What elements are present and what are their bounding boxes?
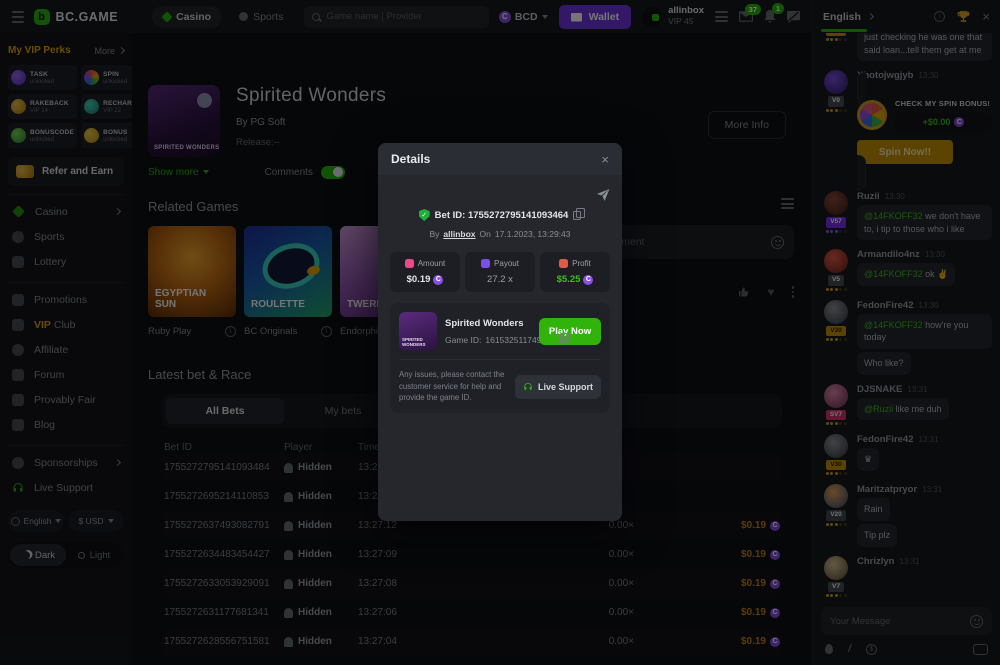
stat-payout: Payout 27.2 x [465, 252, 535, 292]
share-icon[interactable] [597, 189, 610, 201]
support-note: Any issues, please contact the customer … [399, 369, 507, 404]
play-now-button[interactable]: Play Now [539, 318, 601, 345]
game-info-box: SPIRITED WONDERS Spirited Wonders Game I… [390, 303, 610, 413]
bet-player-link[interactable]: allinbox [443, 229, 475, 239]
coin-icon: C [433, 275, 443, 285]
stat-profit: Profit $5.25C [540, 252, 610, 292]
details-modal: Details × ✓ Bet ID: 1755272795141093464 … [378, 143, 622, 521]
live-support-button[interactable]: Live Support [515, 375, 601, 399]
close-icon[interactable]: × [601, 153, 609, 166]
bet-datetime: 17.1.2023, 13:29:43 [495, 229, 571, 239]
copy-icon[interactable] [557, 335, 565, 344]
modal-game-name: Spirited Wonders [445, 318, 531, 329]
verified-shield-icon: ✓ [419, 209, 430, 221]
profit-icon [559, 259, 568, 268]
coin-icon: C [583, 275, 593, 285]
payout-icon [481, 259, 490, 268]
copy-icon[interactable] [573, 211, 581, 220]
headset-icon [523, 382, 533, 392]
game-thumbnail[interactable]: SPIRITED WONDERS [399, 312, 437, 350]
modal-title: Details [391, 152, 430, 166]
bet-id-value: 1755272795141093464 [468, 210, 568, 221]
stat-amount: Amount $0.19C [390, 252, 460, 292]
amount-icon [405, 259, 414, 268]
